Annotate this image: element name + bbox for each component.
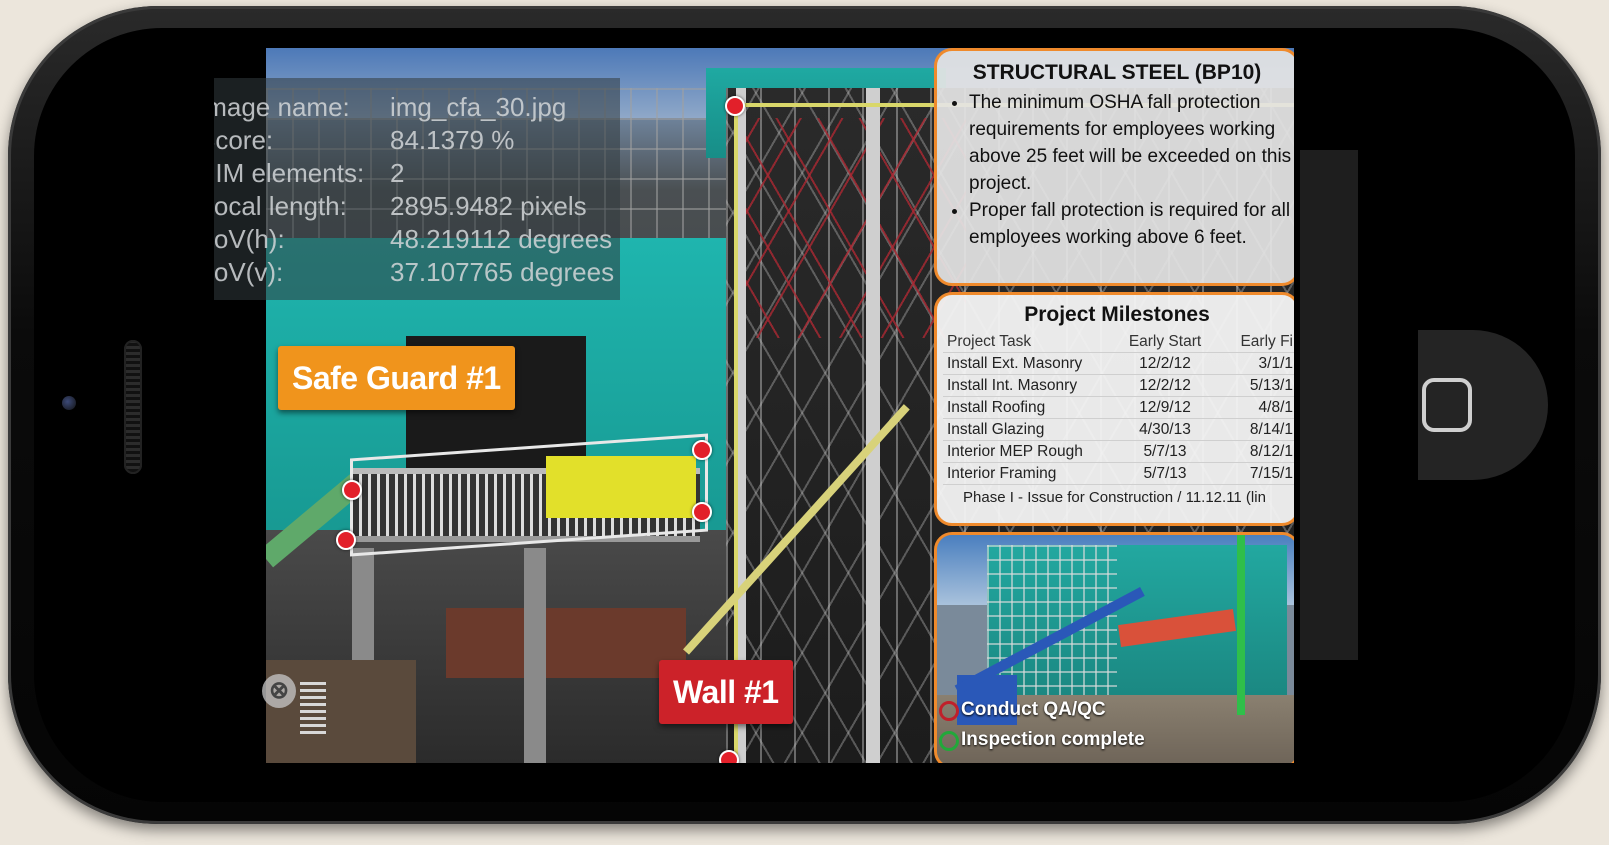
finish-cell: 8/14/1 [1219,418,1294,441]
phone-side-panel [1300,150,1358,660]
finish-cell: 3/1/1 [1219,352,1294,375]
task-cell: Install Roofing [943,396,1111,419]
steel-panel-title: STRUCTURAL STEEL (BP10) [972,61,1262,84]
green-ring-icon [939,731,959,751]
task-cell: Install Int. Masonry [943,374,1111,397]
photo-green-post [1237,535,1245,715]
info-value: 2895.9482 pixels [390,191,587,221]
steel-panel-bullets: The minimum OSHA fall protection require… [937,89,1294,251]
grip-icon[interactable] [300,682,326,738]
trailer [266,660,416,763]
info-row-bim-elements: BIM elements: 2 [214,158,404,189]
finish-cell: 4/8/1 [1219,396,1294,419]
image-info-overlay: Image name: img_cfa_30.jpg Score: 84.1379 … [214,78,620,300]
wall-tag[interactable]: Wall #1 [659,660,793,724]
legend-item-inspection: Inspection complete [939,729,1145,751]
info-row-fov-h: FoV(h): 48.219112 degrees [214,224,612,255]
info-row-score: Score: 84.1379 % [214,125,514,156]
table-row: Interior MEP Rough 5/7/13 8/12/1 [943,440,1294,463]
milestones-table: Project Task Early Start Early Fi Instal… [943,331,1294,485]
task-cell: Interior Framing [943,462,1111,485]
finish-cell: 7/15/1 [1219,462,1294,485]
start-cell: 12/2/12 [1111,352,1219,375]
info-value: 37.107765 degrees [390,257,615,287]
info-row-focal-length: Focal length: 2895.9482 pixels [214,191,587,222]
front-camera-icon [62,396,76,410]
info-value: img_cfa_30.jpg [390,92,567,122]
marker-point[interactable] [342,480,362,500]
ar-screen: Image name: img_cfa_30.jpg Score: 84.1379 … [214,48,1294,763]
inspection-photo-panel[interactable]: Conduct QA/QC Inspection complete [934,532,1294,763]
start-cell: 5/7/13 [1111,440,1219,463]
task-cell: Install Glazing [943,418,1111,441]
column-header: Early Start [1111,331,1219,353]
legend-label: Conduct QA/QC [961,699,1106,720]
info-label: FoV(v): [214,257,284,287]
speaker-grille-icon [124,340,142,474]
start-cell: 5/7/13 [1111,462,1219,485]
info-row-fov-v: FoV(v): 37.107765 degrees [214,257,614,288]
legend-item-qa: Conduct QA/QC [939,699,1106,721]
info-label: Score: [214,125,274,155]
marker-point[interactable] [692,502,712,522]
table-row: Install Ext. Masonry 12/2/12 3/1/1 [943,352,1294,375]
marker-point[interactable] [692,440,712,460]
table-row: Interior Framing 5/7/13 7/15/1 [943,462,1294,485]
legend-label: Inspection complete [961,729,1145,750]
info-row-image-name: Image name: img_cfa_30.jpg [214,92,566,123]
info-label: Focal length: [214,191,347,221]
info-value: 48.219112 degrees [390,224,613,254]
safe-guard-tag[interactable]: Safe Guard #1 [278,346,515,410]
table-row: Install Roofing 12/9/12 4/8/1 [943,396,1294,419]
marker-point[interactable] [725,96,745,116]
info-value: 2 [390,158,405,188]
concrete-column [524,548,546,763]
task-cell: Interior MEP Rough [943,440,1111,463]
marker-point[interactable] [336,530,356,550]
info-label: BIM elements: [214,158,365,188]
project-milestones-panel[interactable]: Project Milestones Project Task Early St… [934,292,1294,526]
table-row: Install Glazing 4/30/13 8/14/1 [943,418,1294,441]
info-label: Image name: [214,92,350,122]
finish-cell: 8/12/1 [1219,440,1294,463]
table-header-row: Project Task Early Start Early Fi [943,331,1294,353]
steel-bullet: The minimum OSHA fall protection require… [969,89,1294,197]
start-cell: 12/9/12 [1111,396,1219,419]
marker-point[interactable] [719,750,739,763]
structural-steel-panel[interactable]: STRUCTURAL STEEL (BP10) The minimum OSHA… [934,48,1294,286]
column-header: Early Fi [1219,331,1294,353]
milestones-title: Project Milestones [1024,303,1210,326]
start-cell: 4/30/13 [1111,418,1219,441]
red-ring-icon [939,701,959,721]
info-value: 84.1379 % [390,125,515,155]
task-cell: Install Ext. Masonry [943,352,1111,375]
steel-bullet: Proper fall protection is required for a… [969,197,1294,251]
info-label: FoV(h): [214,224,285,254]
home-button-icon [1422,378,1472,432]
brick-wall [446,608,686,678]
milestones-footer: Phase I - Issue for Construction / 11.12… [963,489,1266,506]
finish-cell: 5/13/1 [1219,374,1294,397]
column-header: Project Task [943,331,1111,353]
start-cell: 12/2/12 [1111,374,1219,397]
table-row: Install Int. Masonry 12/2/12 5/13/1 [943,374,1294,397]
close-icon[interactable]: ⊗ [262,674,296,708]
